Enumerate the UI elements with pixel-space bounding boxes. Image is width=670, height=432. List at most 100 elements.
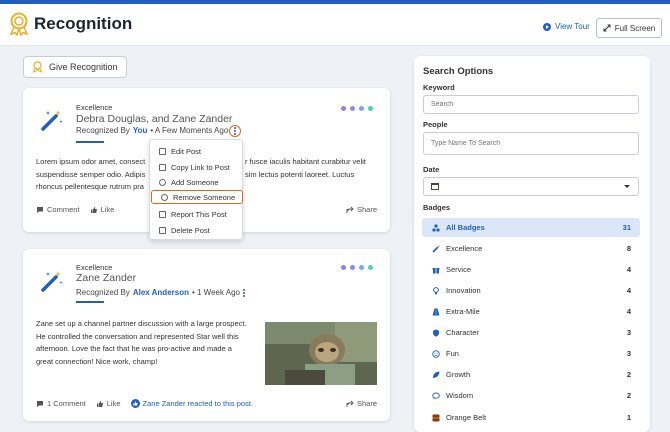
view-tour-link[interactable]: View Tour [543, 22, 590, 31]
post-options-menu: Edit Post Copy Link to Post Add Someone … [149, 139, 243, 240]
badge-filter-label: All Badges [446, 223, 485, 232]
recognized-by-prefix: Recognized By [76, 126, 130, 135]
post-options-button[interactable] [229, 125, 241, 137]
lightbulb-icon [433, 286, 439, 294]
gift-icon [432, 267, 440, 273]
menu-item-edit-post[interactable]: Edit Post [150, 144, 242, 158]
award-ribbon-icon [9, 12, 29, 36]
decorative-dots [341, 106, 373, 111]
menu-item-label: Report This Post [171, 209, 227, 219]
menu-item-report-post[interactable]: Report This Post [150, 207, 242, 221]
full-screen-button[interactable]: Full Screen [596, 18, 662, 38]
badge-filter-label: Wisdom [446, 391, 474, 400]
post-body-line: suspendisse semper odio. Adipis [36, 169, 146, 179]
badge-filter-character[interactable]: Character 3 [422, 323, 640, 342]
badge-filter-label: Service [446, 265, 472, 274]
search-options-title: Search Options [423, 66, 494, 77]
keyword-search-input[interactable] [423, 95, 639, 114]
speech-bubble-icon [432, 392, 440, 399]
expand-icon [603, 24, 611, 32]
comment-label: 1 Comment [47, 399, 86, 408]
menu-item-copy-link[interactable]: Copy Link to Post [150, 160, 242, 174]
view-tour-label: View Tour [555, 22, 590, 31]
remove-icon [161, 193, 168, 201]
like-button[interactable]: Like [90, 205, 114, 214]
post-body-line: rhoncus pellentesque rutrum pra [36, 182, 144, 191]
post-time: • A Few Moments Ago [150, 126, 229, 135]
badge-filter-count: 8 [626, 244, 631, 253]
copy-link-icon [159, 163, 166, 171]
road-icon [432, 308, 440, 315]
recipient-names: Zane Zander [76, 272, 137, 284]
menu-item-add-someone[interactable]: Add Someone [150, 175, 242, 189]
badge-filter-label: Excellence [446, 244, 483, 253]
badge-filter-excellence[interactable]: Excellence 8 [422, 239, 640, 258]
badge-filter-count: 31 [622, 223, 631, 232]
badge-filter-count: 2 [626, 370, 631, 379]
thumbs-up-icon [90, 206, 97, 213]
post-body-right: r fusce iaculis habitant curabitur velit… [245, 156, 366, 181]
comment-button[interactable]: Comment [36, 205, 80, 214]
post-options-button[interactable] [238, 287, 250, 299]
menu-item-label: Add Someone [171, 177, 219, 187]
post-body: Lorem ipsum odor amet, consect suspendis… [36, 156, 145, 194]
badge-filter-all-badges[interactable]: All Badges 31 [422, 218, 640, 237]
page-title: Recognition [34, 14, 133, 33]
comment-icon [37, 206, 43, 213]
share-icon [346, 400, 354, 407]
play-icon [543, 22, 551, 31]
badge-underline [76, 301, 104, 303]
badge-filter-wisdom[interactable]: Wisdom 2 [422, 386, 640, 405]
date-select[interactable] [423, 177, 639, 196]
post-body-line: sim lectus potenti laoreet. Luctus [245, 169, 355, 179]
badge-filter-extra-mile[interactable]: Extra-Mile 4 [422, 302, 640, 321]
post-body-line: afternoon. Love the fact that he was pro… [36, 344, 232, 353]
trash-icon [159, 226, 166, 234]
all-badges-icon [432, 223, 440, 232]
badge-filter-innovation[interactable]: Innovation 4 [422, 281, 640, 300]
badge-name: Excellence [76, 103, 113, 112]
comment-label: Comment [47, 205, 80, 214]
badge-filter-label: Fun [446, 349, 459, 358]
add-icon [159, 178, 166, 186]
share-label: Share [356, 205, 377, 214]
post-time: • 1 Week Ago [191, 288, 240, 297]
app-header: Recognition View Tour Full Screen [0, 4, 670, 46]
like-button[interactable]: Like [96, 399, 121, 408]
badge-filter-fun[interactable]: Fun 3 [422, 344, 640, 363]
reaction-summary[interactable]: Zane Zander reacted to this post. [130, 399, 254, 408]
post-body-line: He controlled the conversation and repre… [36, 331, 239, 341]
badge-filter-growth[interactable]: Growth 2 [422, 365, 640, 384]
badge-filter-count: 4 [626, 265, 631, 274]
post-body-line: r fusce iaculis habitant curabitur velit [245, 157, 366, 166]
share-button[interactable]: Share [346, 399, 377, 408]
search-options-panel: Search Options Keyword People Date Badge… [414, 56, 650, 432]
post-actions: 1 Comment Like Zane Zander reacted to th… [36, 399, 377, 408]
people-search-input[interactable] [423, 132, 639, 155]
badge-filter-orange-belt[interactable]: Orange Belt 1 [422, 408, 640, 427]
post-photo [265, 322, 377, 385]
recognized-by-link[interactable]: Alex Anderson [133, 288, 189, 297]
badge-filter-service[interactable]: Service 4 [422, 260, 640, 279]
reaction-text: Zane Zander reacted to this post. [142, 399, 254, 408]
badges-label: Badges [423, 203, 451, 212]
chevron-down-icon [624, 185, 630, 188]
recognized-by-link[interactable]: You [133, 126, 148, 135]
badge-filter-label: Extra-Mile [446, 307, 480, 316]
report-icon [159, 210, 166, 218]
menu-item-delete-post[interactable]: Delete Post [150, 223, 242, 237]
badge-filter-count: 4 [626, 307, 631, 316]
badge-filter-label: Innovation [446, 286, 481, 295]
comment-button[interactable]: 1 Comment [36, 399, 86, 408]
shield-icon [433, 329, 439, 337]
give-recognition-button[interactable]: Give Recognition [23, 56, 127, 78]
calendar-icon [431, 183, 439, 190]
menu-item-remove-someone[interactable]: Remove Someone [151, 190, 243, 204]
badge-name: Excellence [76, 263, 113, 272]
full-screen-label: Full Screen [614, 23, 656, 33]
decorative-dots [341, 265, 373, 270]
share-button[interactable]: Share [346, 205, 377, 214]
badge-filter-count: 3 [626, 328, 631, 337]
belt-icon [432, 414, 440, 421]
share-label: Share [356, 399, 377, 408]
